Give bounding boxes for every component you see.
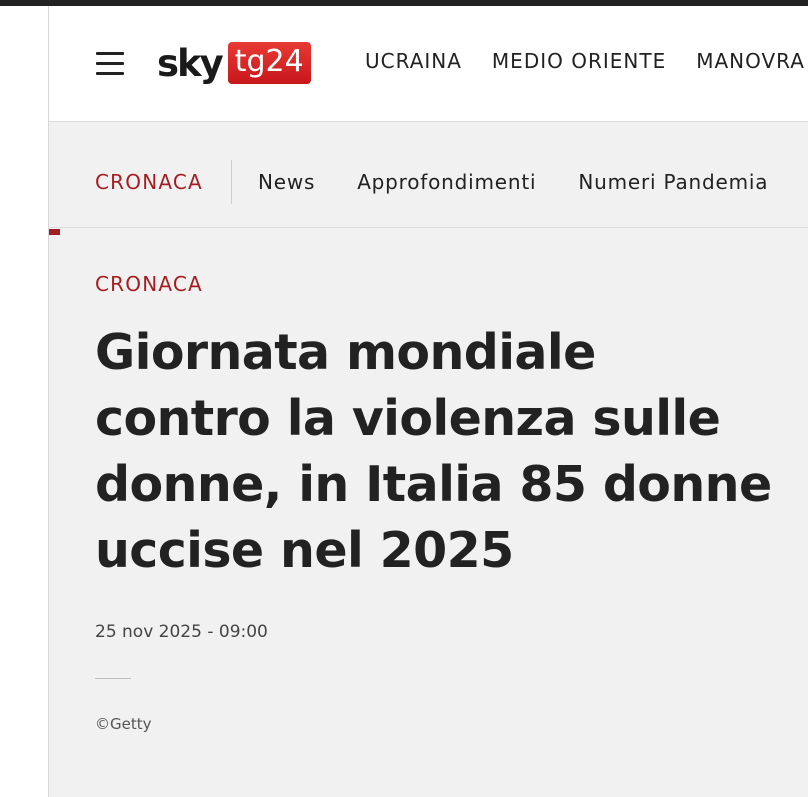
article-date: 25 nov 2025 - 09:00 bbox=[95, 622, 268, 642]
logo-sky-wordmark: sky bbox=[157, 41, 224, 85]
menu-bar bbox=[96, 72, 124, 75]
menu-bar bbox=[96, 52, 124, 55]
article-headline: Giornata mondiale contro la violenza sul… bbox=[95, 324, 772, 579]
article-separator bbox=[95, 678, 131, 679]
nav-item-ucraina[interactable]: UCRAINA bbox=[365, 49, 462, 73]
site-header: sky tg24 UCRAINA MEDIO ORIENTE MANOVRA bbox=[49, 6, 808, 122]
section-active-marker bbox=[49, 229, 60, 235]
section-label-cronaca[interactable]: CRONACA bbox=[95, 170, 203, 194]
article-kicker[interactable]: CRONACA bbox=[95, 272, 203, 296]
nav-item-medio-oriente[interactable]: MEDIO ORIENTE bbox=[492, 49, 666, 73]
nav-item-manovra[interactable]: MANOVRA bbox=[696, 49, 805, 73]
logo-tg24-badge: tg24 bbox=[227, 42, 311, 84]
subnav-item-news[interactable]: News bbox=[258, 170, 315, 194]
menu-bar bbox=[96, 62, 124, 65]
section-subnav: CRONACA News Approfondimenti Numeri Pand… bbox=[49, 122, 808, 228]
hamburger-menu-icon[interactable] bbox=[96, 52, 124, 76]
main-nav: UCRAINA MEDIO ORIENTE MANOVRA bbox=[365, 49, 808, 73]
image-credit: ©Getty bbox=[95, 715, 152, 733]
left-gutter bbox=[0, 6, 49, 797]
subnav-item-approfondimenti[interactable]: Approfondimenti bbox=[357, 170, 536, 194]
subnav-item-numeri-pandemia[interactable]: Numeri Pandemia bbox=[578, 170, 768, 194]
subnav-divider bbox=[230, 160, 232, 204]
skytg24-logo[interactable]: sky tg24 bbox=[157, 40, 311, 86]
article-content: CRONACA Giornata mondiale contro la viol… bbox=[49, 228, 808, 797]
